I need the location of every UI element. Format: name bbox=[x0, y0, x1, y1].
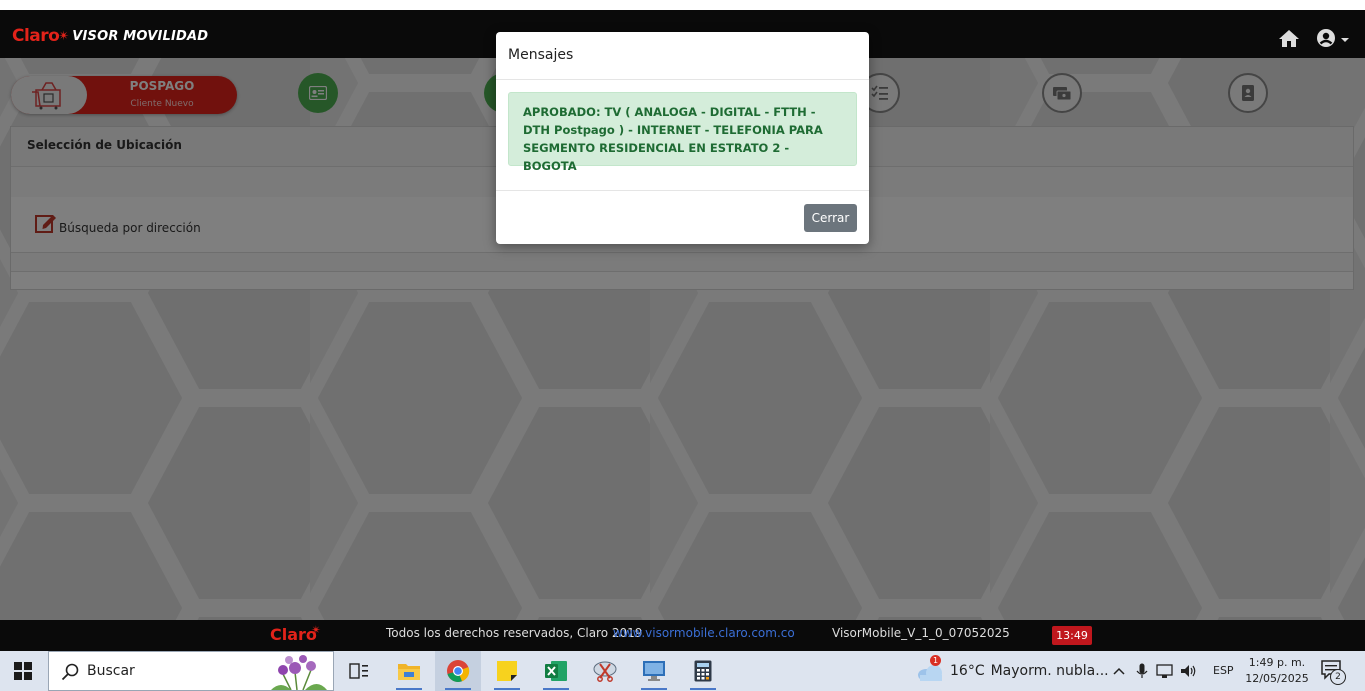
language-indicator[interactable]: ESP bbox=[1213, 664, 1234, 677]
messages-modal: Mensajes APROBADO: TV ( ANALOGA - DIGITA… bbox=[496, 32, 869, 244]
taskbar-remote-desktop[interactable] bbox=[631, 651, 677, 691]
running-indicator bbox=[690, 688, 716, 690]
chrome-icon bbox=[447, 660, 470, 683]
taskbar-chrome[interactable] bbox=[435, 651, 481, 691]
system-tray bbox=[1112, 651, 1198, 691]
modal-footer: Cerrar bbox=[496, 190, 869, 245]
taskbar-clock[interactable]: 1:49 p. m. 12/05/2025 bbox=[1244, 655, 1310, 687]
notification-count: 2 bbox=[1330, 669, 1346, 685]
excel-icon bbox=[545, 661, 567, 681]
clock-time: 1:49 p. m. bbox=[1248, 656, 1306, 669]
browser-top-strip bbox=[0, 0, 1365, 10]
weather-widget[interactable]: 1 16°C Mayorm. nubla... bbox=[916, 651, 1109, 691]
home-icon[interactable] bbox=[1278, 28, 1300, 48]
app-name: VISOR MOVILIDAD bbox=[72, 28, 209, 44]
search-icon bbox=[61, 663, 79, 681]
brand-logo[interactable]: Claro ✴ VISOR MOVILIDAD bbox=[12, 24, 208, 48]
running-indicator bbox=[445, 688, 471, 690]
search-placeholder: Buscar bbox=[87, 663, 135, 679]
running-indicator bbox=[543, 688, 569, 690]
footer-copyright: Todos los derechos reservados, Claro 201… bbox=[386, 626, 643, 640]
task-view-icon bbox=[349, 663, 368, 679]
windows-taskbar: Buscar 1 16°C Mayorm. nubla... ESP 1:49 … bbox=[0, 651, 1365, 691]
notification-center-button[interactable]: 2 bbox=[1320, 659, 1346, 686]
monitor-icon bbox=[643, 661, 665, 681]
windows-logo-icon bbox=[14, 662, 32, 680]
app-footer: Claro ✴ Todos los derechos reservados, C… bbox=[0, 620, 1365, 651]
snipping-tool-icon bbox=[593, 661, 617, 682]
network-icon[interactable] bbox=[1156, 663, 1174, 679]
microphone-icon[interactable] bbox=[1136, 663, 1148, 679]
running-indicator bbox=[494, 688, 520, 690]
close-button[interactable]: Cerrar bbox=[804, 204, 857, 232]
user-circle-icon bbox=[1317, 29, 1335, 47]
task-view-button[interactable] bbox=[336, 651, 382, 691]
claro-swoosh-icon: ✴ bbox=[311, 623, 322, 637]
app-version: VisorMobile_V_1_0_07052025 bbox=[832, 626, 1010, 640]
weather-desc: Mayorm. nubla... bbox=[990, 663, 1109, 679]
approval-alert: APROBADO: TV ( ANALOGA - DIGITAL - FTTH … bbox=[508, 92, 857, 173]
taskbar-sticky-notes[interactable] bbox=[484, 651, 530, 691]
start-button[interactable] bbox=[0, 651, 46, 691]
calculator-icon bbox=[694, 660, 712, 682]
cloud-icon: 1 bbox=[916, 655, 944, 683]
chevron-up-icon[interactable] bbox=[1112, 666, 1126, 676]
weather-temp: 16°C bbox=[950, 663, 985, 679]
footer-claro-logo: Claro bbox=[270, 625, 317, 644]
taskbar-snipping-tool[interactable] bbox=[582, 651, 628, 691]
footer-link[interactable]: www.visormobile.claro.com.co bbox=[613, 626, 795, 640]
running-indicator bbox=[641, 688, 667, 690]
taskbar-file-explorer[interactable] bbox=[386, 651, 432, 691]
claro-swoosh-icon: ✴ bbox=[58, 28, 70, 44]
claro-logo-text: Claro bbox=[12, 26, 60, 46]
taskbar-calculator[interactable] bbox=[680, 651, 726, 691]
chevron-down-icon bbox=[1341, 38, 1349, 42]
clock-date: 12/05/2025 bbox=[1245, 672, 1309, 685]
session-timer: 13:49 bbox=[1052, 626, 1092, 645]
volume-icon[interactable] bbox=[1180, 663, 1198, 679]
modal-title: Mensajes bbox=[508, 47, 574, 63]
sticky-notes-icon bbox=[497, 661, 517, 681]
flowers-icon bbox=[271, 655, 327, 690]
approval-message: APROBADO: TV ( ANALOGA - DIGITAL - FTTH … bbox=[523, 105, 823, 173]
modal-header: Mensajes bbox=[496, 32, 869, 80]
running-indicator bbox=[396, 688, 422, 690]
taskbar-excel[interactable] bbox=[533, 651, 579, 691]
user-menu-button[interactable] bbox=[1316, 28, 1350, 48]
taskbar-search[interactable]: Buscar bbox=[48, 651, 334, 691]
folder-icon bbox=[398, 664, 420, 680]
weather-badge: 1 bbox=[930, 655, 941, 666]
